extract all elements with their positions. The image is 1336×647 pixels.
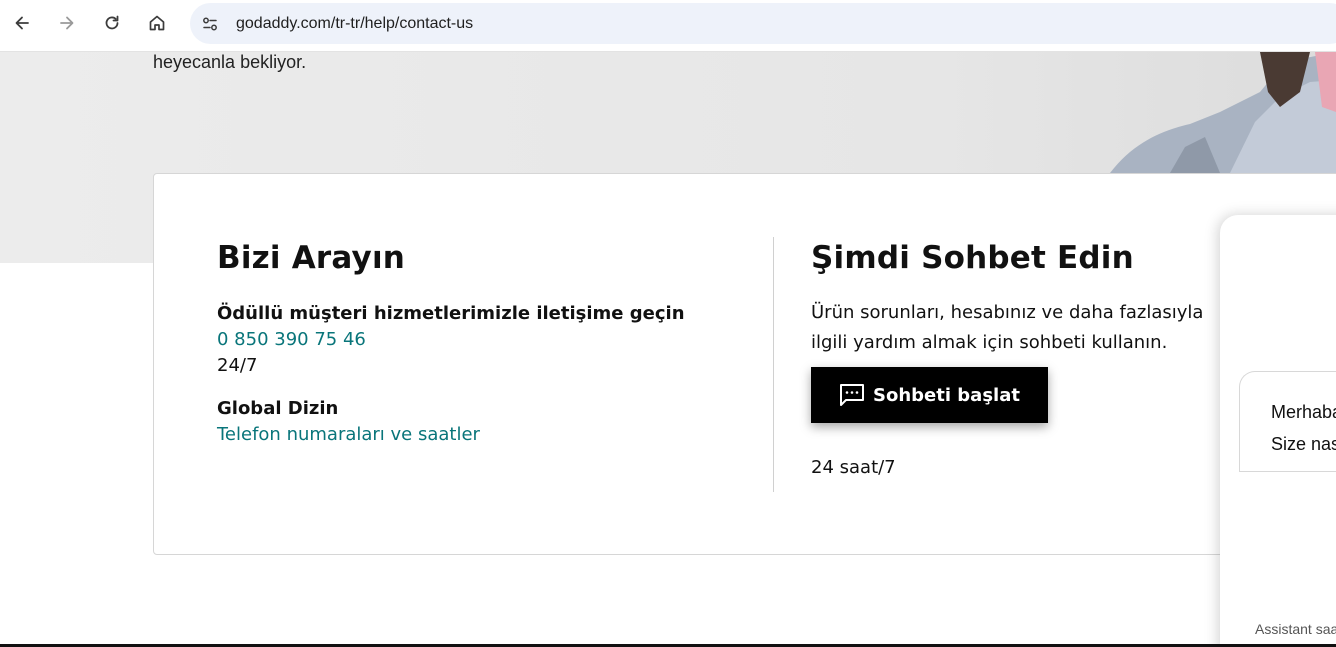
greeting-line-1: Merhaba [1271,402,1336,422]
call-subtitle: Ödüllü müşteri hizmetlerimizle iletişime… [217,303,685,324]
column-divider [773,237,774,492]
back-button[interactable] [4,5,40,41]
address-bar[interactable]: godaddy.com/tr-tr/help/contact-us [190,3,1336,44]
reload-button[interactable] [94,5,130,41]
chat-description: Ürün sorunları, hesabınız ve daha fazlas… [811,302,1204,353]
hero-text: heyecanla bekliyor. [153,52,307,72]
browser-toolbar: godaddy.com/tr-tr/help/contact-us [0,0,1336,52]
forward-button[interactable] [49,5,85,41]
arrow-right-icon [60,16,74,30]
call-hours: 24/7 [217,355,258,376]
start-chat-label: Sohbeti başlat [873,384,1020,406]
chat-bubble-icon [840,384,865,406]
tune-icon [203,17,217,30]
arrow-left-icon [15,16,29,30]
url-text[interactable]: godaddy.com/tr-tr/help/contact-us [236,15,473,33]
contact-card: Bizi Arayın Ödüllü müşteri hizmetlerimiz… [153,173,1336,555]
greeting-line-2: Size nasıl [1271,434,1336,454]
home-button[interactable] [139,5,175,41]
chat-greeting-bubble: Merhaba Size nasıl [1239,371,1336,472]
phone-link[interactable]: 0 850 390 75 46 [217,329,737,350]
reload-icon [105,15,119,30]
site-info-button[interactable] [196,10,224,38]
call-section: Bizi Arayın Ödüllü müşteri hizmetlerimiz… [217,240,737,445]
directory-title: Global Dizin [217,398,339,419]
start-chat-button[interactable]: Sohbeti başlat [811,367,1048,423]
assistant-note: Assistant saat [1255,621,1336,637]
directory-link[interactable]: Telefon numaraları ve saatler [217,424,737,445]
chat-widget-panel[interactable]: Merhaba Size nasıl Assistant saat [1220,215,1336,647]
call-title: Bizi Arayın [217,240,406,276]
hero-person-image [1110,52,1336,173]
home-icon [149,15,165,31]
